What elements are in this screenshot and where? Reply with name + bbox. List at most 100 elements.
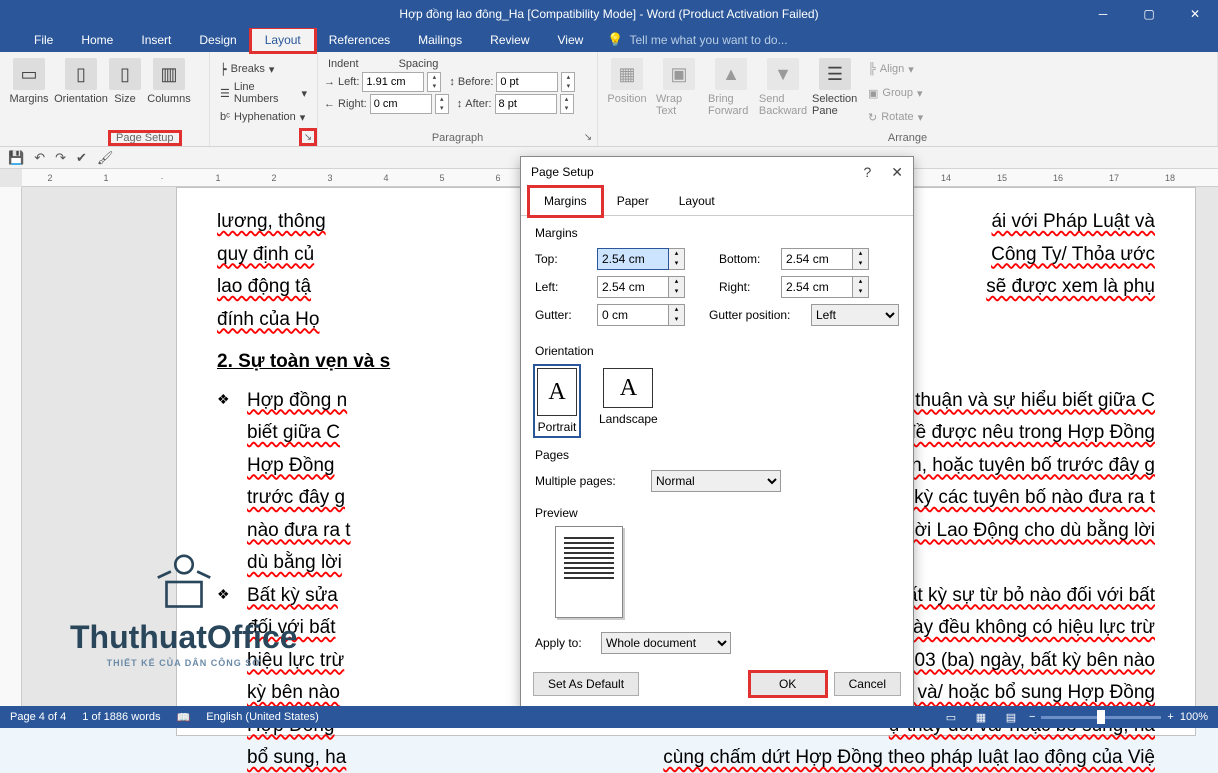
spin-icon[interactable]: ▴▾ [669, 304, 685, 326]
rotate-button[interactable]: ↻ Rotate ▾ [864, 106, 927, 128]
page-setup-launcher[interactable]: ↘ [301, 130, 315, 144]
spacing-after-input[interactable] [495, 94, 557, 114]
gutter-input[interactable] [597, 304, 669, 326]
size-button[interactable]: ▯Size [110, 58, 140, 105]
top-input[interactable] [597, 248, 669, 270]
landscape-button[interactable]: ALandscape [597, 366, 660, 436]
text: lao động tậ [217, 273, 311, 302]
spellcheck-status-icon[interactable]: 📖 [177, 711, 191, 724]
zoom-out-icon[interactable]: − [1029, 711, 1035, 723]
help-icon[interactable]: ? [863, 164, 871, 181]
paint-icon[interactable]: 🖌 [97, 150, 114, 166]
zoom-in-icon[interactable]: + [1167, 711, 1173, 723]
minimize-icon[interactable]: ─ [1080, 0, 1126, 28]
read-mode-icon[interactable]: ▭ [939, 708, 963, 726]
spin-icon[interactable]: ▴▾ [853, 276, 869, 298]
send-backward-button[interactable]: ▼Send Backward [760, 58, 806, 117]
left-input[interactable] [597, 276, 669, 298]
hyphenation-button[interactable]: bᶜ Hyphenation ▾ [216, 106, 311, 128]
bottom-label: Bottom: [719, 252, 775, 266]
indent-left-label: Left: [338, 76, 359, 88]
save-icon[interactable]: 💾 [8, 150, 24, 166]
tab-references[interactable]: References [315, 28, 404, 52]
dialog-tab-margins[interactable]: Margins [529, 187, 602, 216]
tell-me-label: Tell me what you want to do... [630, 33, 788, 47]
position-button[interactable]: ▦Position [604, 58, 650, 105]
margins-button[interactable]: ▭Margins [6, 58, 52, 105]
line-numbers-label: Line Numbers [234, 81, 298, 105]
bring-forward-button[interactable]: ▲Bring Forward [708, 58, 754, 117]
spacing-before-label: Before: [458, 76, 493, 88]
wrap-text-button[interactable]: ▣Wrap Text [656, 58, 702, 117]
tell-me-search[interactable]: 💡Tell me what you want to do... [597, 32, 787, 48]
spacing-after-spin[interactable]: ↕ After:▴▾ [457, 94, 574, 114]
tab-file[interactable]: File [20, 28, 67, 52]
tab-view[interactable]: View [544, 28, 598, 52]
tab-home[interactable]: Home [67, 28, 127, 52]
gutterpos-select[interactable]: Left [811, 304, 899, 326]
slider-thumb[interactable] [1097, 710, 1105, 724]
undo-icon[interactable]: ↶ [34, 150, 45, 166]
portrait-icon: A [537, 368, 577, 416]
tab-layout[interactable]: Layout [251, 28, 315, 52]
spellcheck-icon[interactable]: ✔ [76, 150, 87, 166]
indent-left-spin[interactable]: → Left:▴▾ [324, 72, 441, 92]
line-numbers-button[interactable]: ☰ Line Numbers ▾ [216, 82, 311, 104]
spin-icon[interactable]: ▴▾ [669, 276, 685, 298]
indent-left-input[interactable] [362, 72, 424, 92]
language-status[interactable]: English (United States) [206, 711, 319, 723]
spin-icon[interactable]: ▴▾ [669, 248, 685, 270]
wrap-label: Wrap Text [656, 93, 702, 117]
selpane-icon: ☰ [819, 58, 851, 90]
dialog-titlebar: Page Setup ? ✕ [521, 157, 913, 187]
applyto-select[interactable]: Whole document [601, 632, 731, 654]
titlebar: Hợp đồng lao đông_Ha [Compatibility Mode… [0, 0, 1218, 28]
right-input[interactable] [781, 276, 853, 298]
selection-pane-button[interactable]: ☰Selection Pane [812, 58, 858, 117]
multi-pages-select[interactable]: Normal [651, 470, 781, 492]
dialog-close-icon[interactable]: ✕ [891, 164, 903, 181]
group-objects-button[interactable]: ▣ Group ▾ [864, 82, 927, 104]
spin-icon[interactable]: ▴▾ [853, 248, 869, 270]
spin-icon[interactable]: ▴▾ [560, 94, 574, 114]
spin-icon[interactable]: ▴▾ [427, 72, 441, 92]
tab-insert[interactable]: Insert [127, 28, 185, 52]
redo-icon[interactable]: ↷ [55, 150, 66, 166]
set-default-button[interactable]: Set As Default [533, 672, 639, 696]
columns-button[interactable]: ▥Columns [146, 58, 192, 105]
watermark-name: ThuthuatOffice [70, 619, 298, 656]
tab-review[interactable]: Review [476, 28, 543, 52]
ok-button[interactable]: OK [750, 672, 826, 696]
top-label: Top: [535, 252, 591, 266]
indent-right-input[interactable] [370, 94, 432, 114]
web-layout-icon[interactable]: ▤ [999, 708, 1023, 726]
dialog-tab-paper[interactable]: Paper [602, 187, 664, 215]
maximize-icon[interactable]: ▢ [1126, 0, 1172, 28]
spin-icon[interactable]: ▴▾ [435, 94, 449, 114]
rotate-label: Rotate [881, 111, 913, 123]
cancel-button[interactable]: Cancel [834, 672, 901, 696]
spin-icon[interactable]: ▴▾ [561, 72, 575, 92]
bottom-input[interactable] [781, 248, 853, 270]
spacing-before-input[interactable] [496, 72, 558, 92]
zoom-value[interactable]: 100% [1180, 711, 1208, 723]
print-layout-icon[interactable]: ▦ [969, 708, 993, 726]
paragraph-launcher[interactable]: ↘ [581, 130, 595, 144]
align-button[interactable]: ╠ Align ▾ [864, 58, 927, 80]
orientation-icon: ▯ [65, 58, 97, 90]
indent-right-spin[interactable]: ← Right:▴▾ [324, 94, 449, 114]
close-icon[interactable]: ✕ [1172, 0, 1218, 28]
page-status[interactable]: Page 4 of 4 [10, 711, 66, 723]
spacing-before-spin[interactable]: ↕ Before:▴▾ [449, 72, 575, 92]
orientation-button[interactable]: ▯Orientation [58, 58, 104, 105]
section-label: Orientation [535, 344, 899, 358]
tab-mailings[interactable]: Mailings [404, 28, 476, 52]
breaks-button[interactable]: ┝ Breaks ▾ [216, 58, 311, 80]
word-count[interactable]: 1 of 1886 words [82, 711, 160, 723]
dialog-tab-layout[interactable]: Layout [664, 187, 730, 215]
breaks-label: Breaks [231, 63, 265, 75]
zoom-slider[interactable] [1041, 716, 1161, 719]
vertical-ruler[interactable] [0, 187, 22, 706]
portrait-button[interactable]: APortrait [535, 366, 579, 436]
tab-design[interactable]: Design [185, 28, 250, 52]
